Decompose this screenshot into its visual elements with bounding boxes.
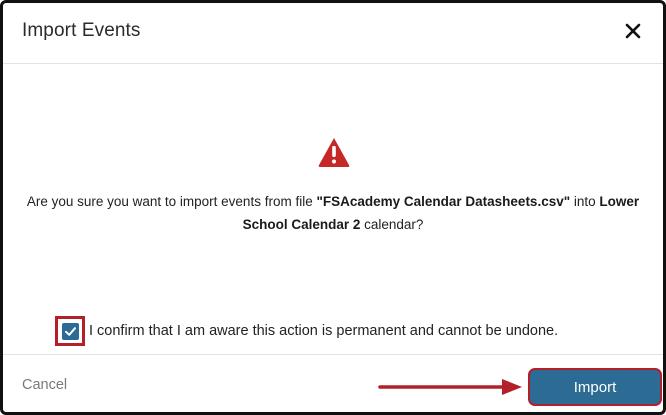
dialog-title: Import Events [22, 20, 141, 41]
message-middle: into [570, 194, 600, 209]
dialog-header: Import Events [3, 3, 663, 64]
calendar-name-part2: School Calendar 2 [242, 217, 361, 232]
file-name: "FSAcademy Calendar Datasheets.csv" [316, 194, 571, 209]
checkbox-box [61, 322, 79, 340]
dialog-body: Are you sure you want to import events f… [3, 64, 663, 354]
close-icon [625, 23, 641, 39]
confirm-checkbox[interactable] [55, 316, 85, 346]
message-prefix: Are you sure you want to import events f… [26, 194, 317, 209]
confirm-row: I confirm that I am aware this action is… [55, 316, 558, 346]
confirmation-message: Are you sure you want to import events f… [23, 190, 643, 236]
checkmark-icon [64, 326, 76, 336]
dialog-footer: Cancel Import [3, 354, 663, 412]
import-events-dialog: Import Events Are you sure you want to i… [0, 0, 666, 415]
confirm-label: I confirm that I am aware this action is… [89, 323, 559, 339]
message-suffix: calendar? [360, 217, 424, 232]
calendar-name-part1: Lower [599, 194, 640, 209]
close-button[interactable] [623, 21, 643, 41]
arrow-right-icon [378, 379, 522, 395]
cancel-button[interactable]: Cancel [22, 377, 67, 393]
import-button[interactable]: Import [528, 368, 662, 406]
warning-triangle-icon [318, 138, 350, 167]
